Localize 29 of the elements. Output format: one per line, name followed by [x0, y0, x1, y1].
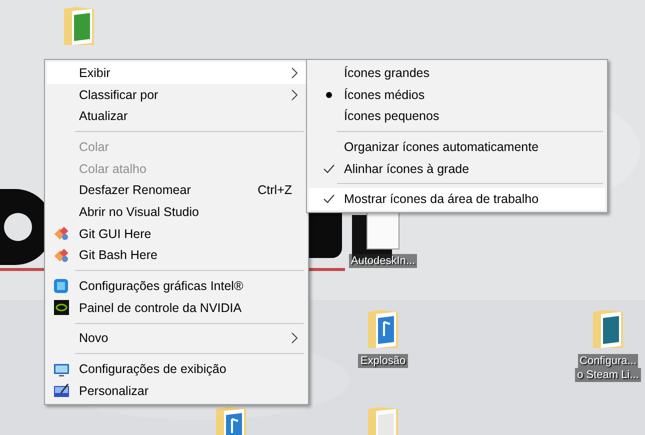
icon-label: Explosão [358, 354, 408, 368]
music-folder-icon[interactable] [214, 405, 248, 435]
menu-item[interactable]: Atualizar [47, 105, 306, 128]
icon-label: o Steam Li... [575, 368, 641, 382]
menu-item[interactable]: Ícones médios [309, 84, 605, 106]
menu-item[interactable]: Classificar por [47, 84, 306, 106]
menu-item[interactable]: Abrir no Visual Studio [47, 201, 306, 223]
music-folder-icon[interactable] [366, 308, 400, 350]
menu-item[interactable]: Personalizar [47, 380, 306, 402]
folder-icon[interactable] [62, 5, 96, 47]
menu-item[interactable]: Configurações gráficas Intel® [47, 275, 306, 297]
menu-item[interactable]: Git Bash Here [47, 244, 306, 266]
icon-label: Configura... [578, 354, 638, 368]
menu-item[interactable]: Ícones pequenos [309, 105, 605, 128]
menu-item[interactable]: Exibir [47, 62, 306, 84]
git-icon [53, 225, 70, 242]
app-icon[interactable] [366, 210, 400, 250]
menu-item[interactable]: Git GUI Here [47, 222, 306, 244]
menu-item[interactable]: Mostrar ícones da área de trabalho [309, 188, 605, 210]
menu-item[interactable]: Configurações de exibição [47, 358, 306, 380]
menu-item[interactable]: Novo [47, 328, 306, 350]
menu-item[interactable]: Painel de controle da NVIDIA [47, 296, 306, 319]
folder-icon[interactable] [591, 308, 625, 350]
personalize-icon [53, 382, 70, 400]
menu-item[interactable]: Desfazer Renomear Ctrl+Z [47, 179, 306, 202]
menu-item[interactable]: Ícones grandes [309, 62, 605, 84]
menu-item[interactable]: Organizar ícones automaticamente [309, 136, 605, 158]
menu-item[interactable]: Alinhar ícones à grade [309, 158, 605, 180]
git-icon [53, 246, 70, 264]
